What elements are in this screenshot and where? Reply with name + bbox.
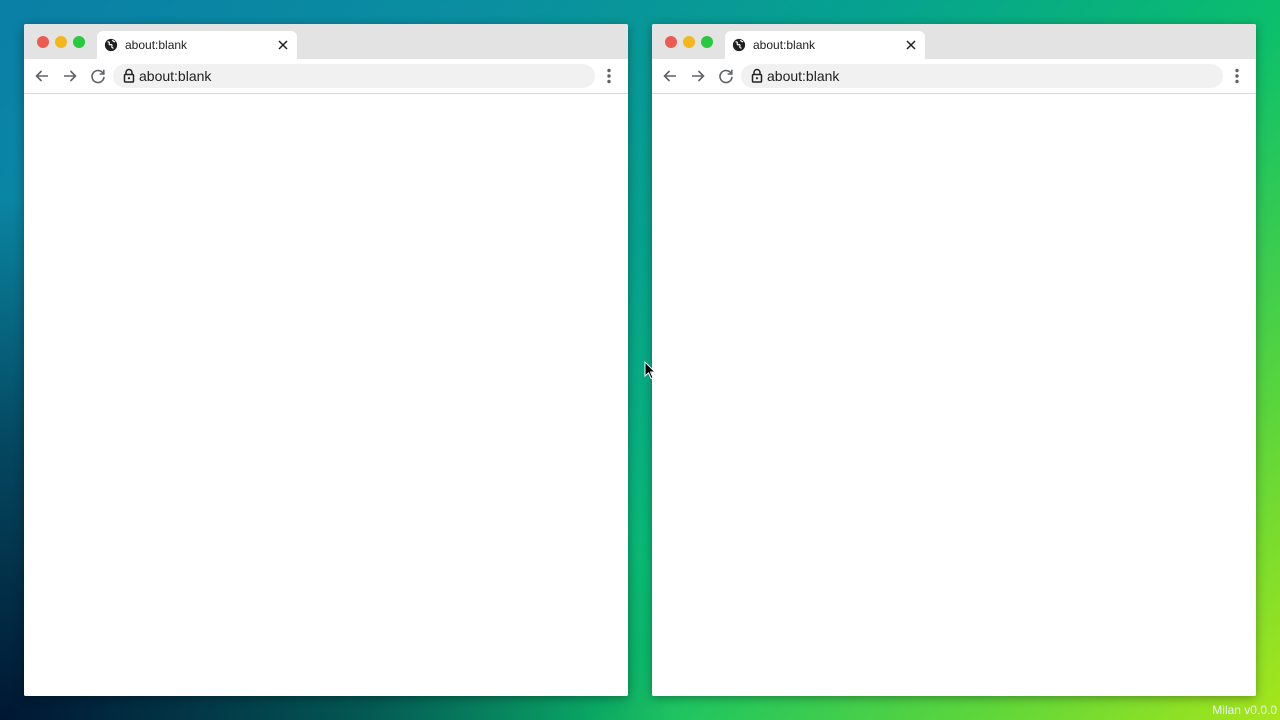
arrow-left-icon[interactable] <box>661 67 679 85</box>
address-text: about:blank <box>767 68 840 84</box>
browser-toolbar: about:blank <box>24 59 628 94</box>
title-bar: about:blank <box>652 24 1256 59</box>
globe-icon <box>732 38 746 52</box>
kebab-menu-icon[interactable] <box>600 67 618 85</box>
close-window-button[interactable] <box>37 36 49 48</box>
arrow-right-icon[interactable] <box>61 67 79 85</box>
browser-tab[interactable]: about:blank <box>97 31 297 59</box>
globe-icon <box>104 38 118 52</box>
arrow-left-icon[interactable] <box>33 67 51 85</box>
title-bar: about:blank <box>24 24 628 59</box>
minimize-window-button[interactable] <box>683 36 695 48</box>
close-window-button[interactable] <box>665 36 677 48</box>
address-bar[interactable]: about:blank <box>741 64 1223 88</box>
maximize-window-button[interactable] <box>73 36 85 48</box>
page-content[interactable] <box>24 94 628 696</box>
browser-window-right: about:blank about:blank <box>652 24 1256 696</box>
address-bar[interactable]: about:blank <box>113 64 595 88</box>
reload-icon[interactable] <box>89 67 107 85</box>
lock-icon[interactable] <box>750 68 764 83</box>
tab-title: about:blank <box>753 38 816 52</box>
maximize-window-button[interactable] <box>701 36 713 48</box>
close-icon[interactable] <box>277 39 289 51</box>
close-icon[interactable] <box>905 39 917 51</box>
mouse-pointer-icon <box>644 361 656 380</box>
kebab-menu-icon[interactable] <box>1228 67 1246 85</box>
version-label: Milan v0.0.0 <box>1212 703 1277 717</box>
browser-window-left: about:blank about:blank <box>24 24 628 696</box>
arrow-right-icon[interactable] <box>689 67 707 85</box>
browser-tab[interactable]: about:blank <box>725 31 925 59</box>
browser-toolbar: about:blank <box>652 59 1256 94</box>
minimize-window-button[interactable] <box>55 36 67 48</box>
desktop: about:blank about:blank about:blank abou… <box>0 0 1280 720</box>
page-content[interactable] <box>652 94 1256 696</box>
address-text: about:blank <box>139 68 212 84</box>
reload-icon[interactable] <box>717 67 735 85</box>
tab-title: about:blank <box>125 38 188 52</box>
lock-icon[interactable] <box>122 68 136 83</box>
